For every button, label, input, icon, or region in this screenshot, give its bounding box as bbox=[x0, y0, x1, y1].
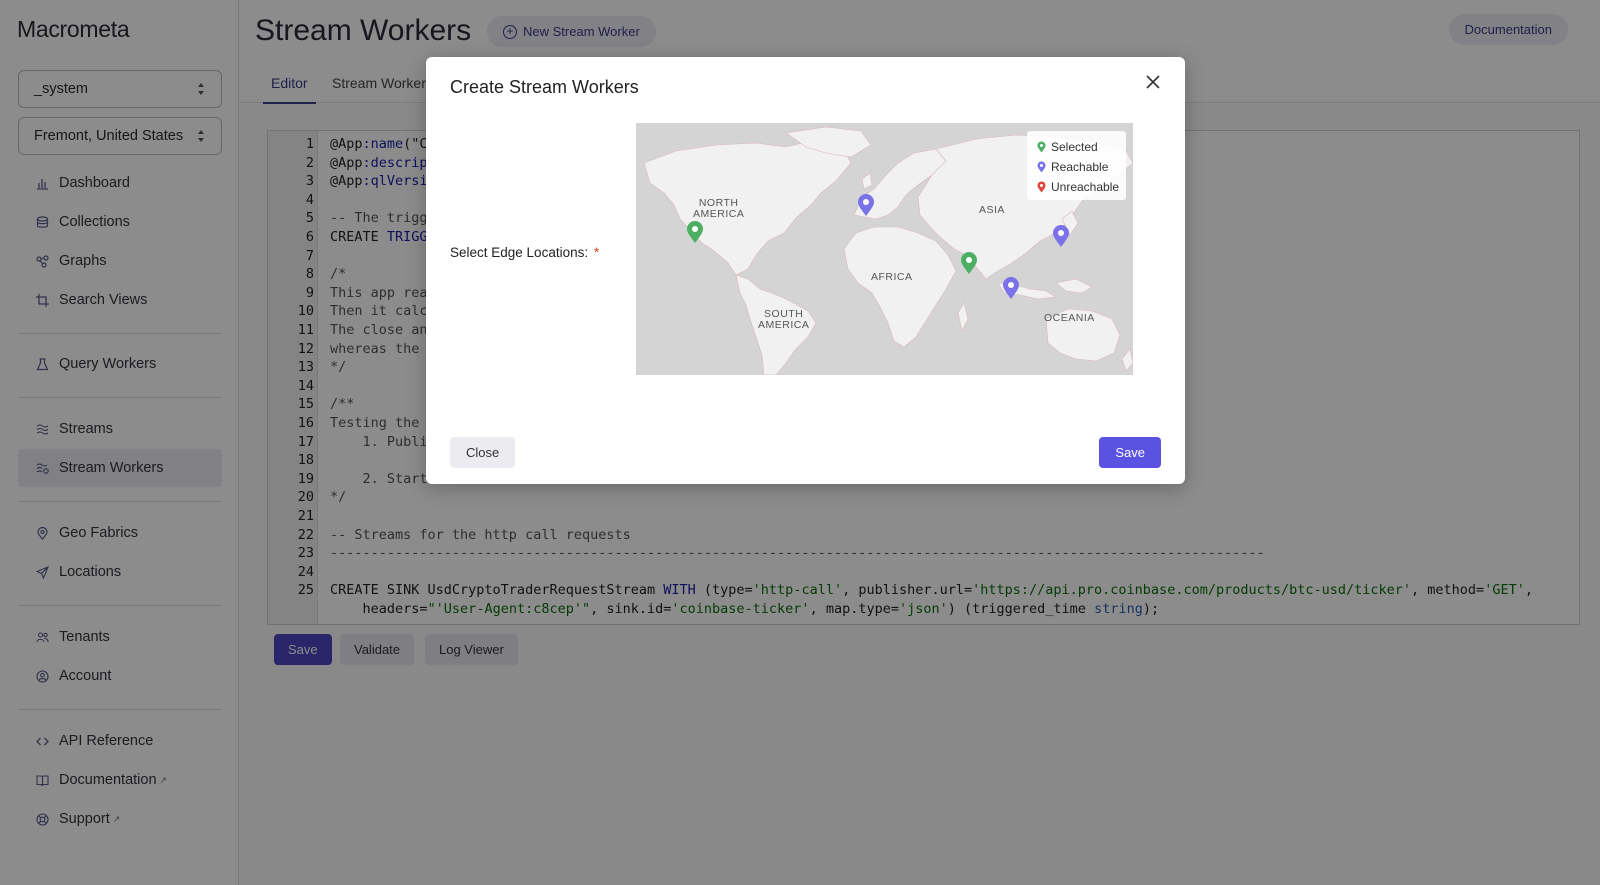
selected-location-marker[interactable] bbox=[686, 220, 704, 244]
map-label-north-america: NORTH AMERICA bbox=[693, 198, 744, 220]
purple-pin-icon bbox=[1037, 161, 1046, 173]
legend-selected: Selected bbox=[1037, 140, 1098, 154]
reachable-location-marker[interactable] bbox=[1052, 224, 1070, 248]
modal-close-button[interactable]: Close bbox=[450, 437, 516, 468]
legend-reachable: Reachable bbox=[1037, 160, 1108, 174]
map-label-line: AMERICA bbox=[693, 208, 745, 220]
close-icon[interactable] bbox=[1143, 72, 1163, 92]
legend-label: Unreachable bbox=[1051, 180, 1120, 194]
reachable-location-marker[interactable] bbox=[1002, 276, 1020, 300]
legend-unreachable: Unreachable bbox=[1037, 180, 1119, 194]
green-pin-icon bbox=[1037, 141, 1046, 153]
edge-locations-map[interactable]: NORTH AMERICA SOUTH AMERICA AFRICA ASIA … bbox=[636, 123, 1133, 375]
required-mark: * bbox=[593, 245, 600, 260]
map-label-south-america: SOUTH AMERICA bbox=[758, 309, 809, 331]
legend-label: Selected bbox=[1051, 140, 1098, 154]
map-label-africa: AFRICA bbox=[871, 271, 913, 283]
modal-save-button[interactable]: Save bbox=[1099, 437, 1161, 468]
map-legend: Selected Reachable Unreachable bbox=[1027, 131, 1126, 200]
reachable-location-marker[interactable] bbox=[857, 193, 875, 217]
map-label-asia: ASIA bbox=[979, 204, 1005, 216]
map-label-line: AMERICA bbox=[758, 319, 810, 331]
selected-location-marker[interactable] bbox=[960, 251, 978, 275]
red-pin-icon bbox=[1037, 181, 1046, 193]
edge-locations-label: Select Edge Locations: * bbox=[450, 245, 599, 260]
create-stream-workers-modal: Create Stream Workers Select Edge Locati… bbox=[426, 57, 1185, 484]
map-label-oceania: OCEANIA bbox=[1044, 312, 1095, 324]
modal-title: Create Stream Workers bbox=[450, 77, 639, 97]
edge-locations-label-text: Select Edge Locations: bbox=[450, 245, 589, 260]
legend-label: Reachable bbox=[1051, 160, 1109, 174]
